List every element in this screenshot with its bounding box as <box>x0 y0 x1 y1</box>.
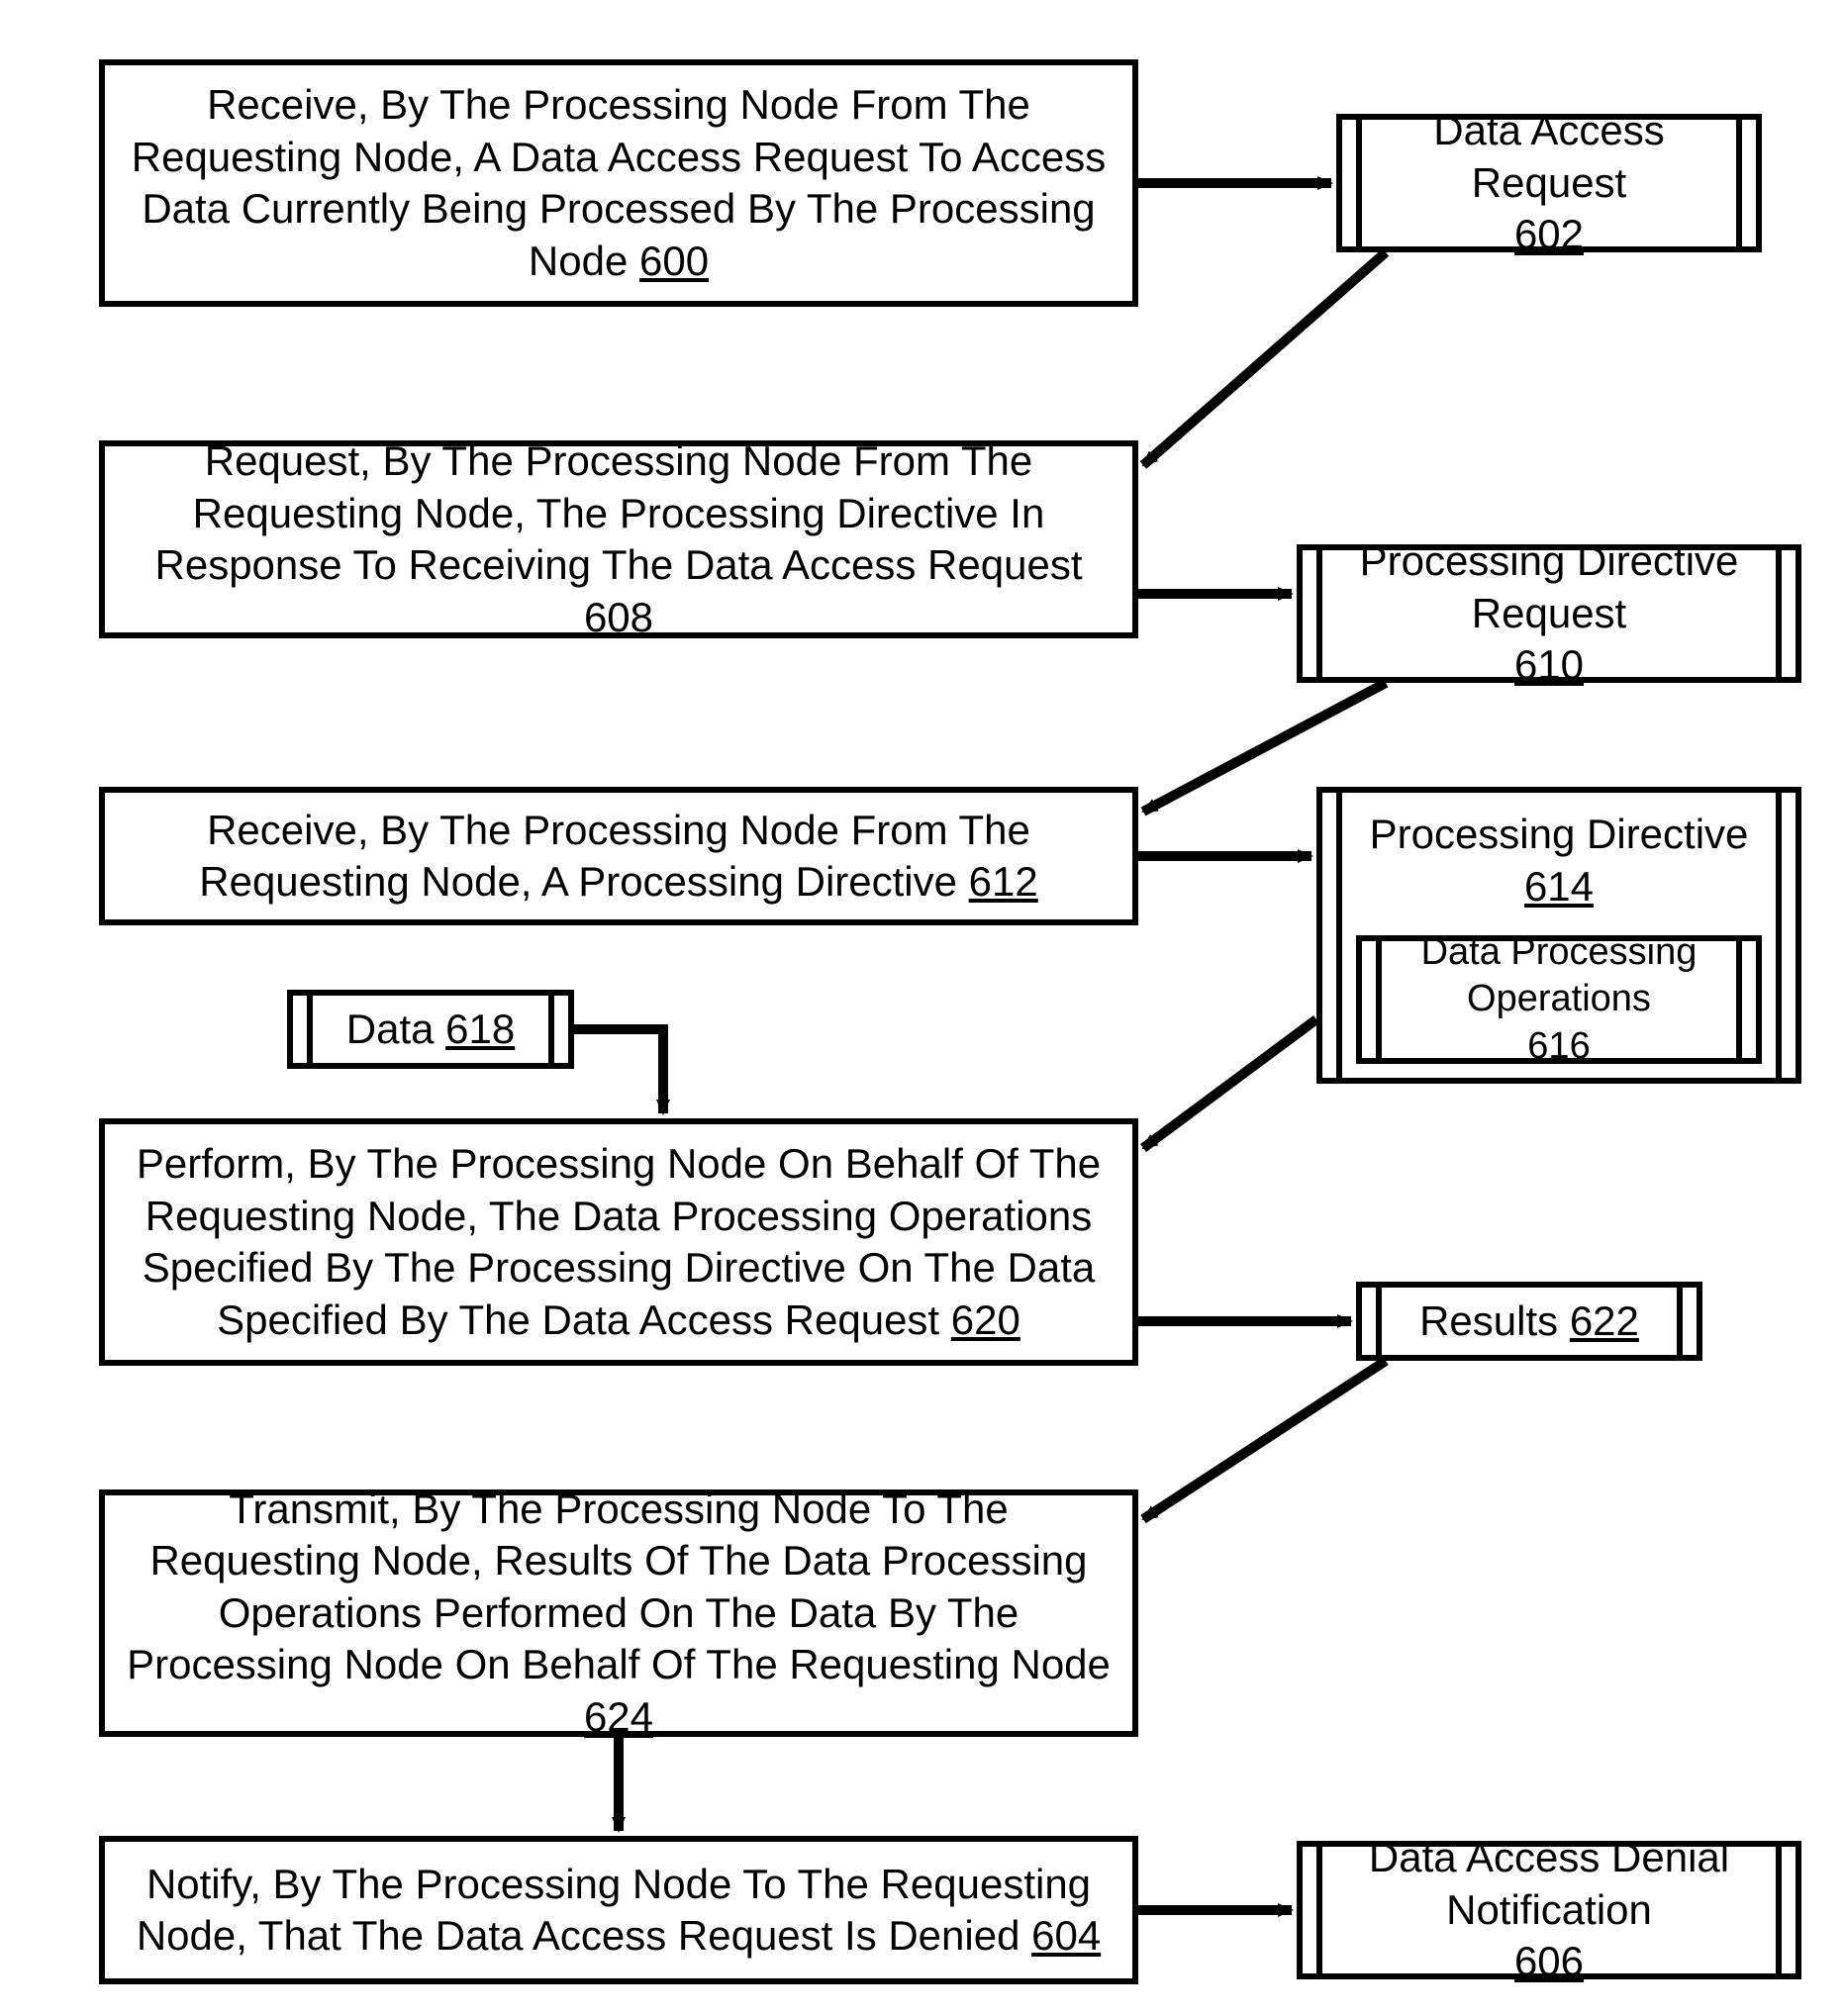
data-616-label: Data Processing Operations <box>1421 931 1698 1020</box>
data-614-label: Processing Directive <box>1370 811 1749 857</box>
step-612-text: Receive, By The Processing Node From The… <box>199 807 1030 906</box>
data-618-label: Data <box>346 1006 435 1052</box>
data-618: Data 618 <box>287 990 574 1069</box>
data-610: Processing Directive Request 610 <box>1297 544 1801 683</box>
data-622: Results 622 <box>1356 1282 1702 1361</box>
step-608: Request, By The Processing Node From The… <box>99 440 1138 638</box>
data-614-num: 614 <box>1524 863 1594 910</box>
step-620: Perform, By The Processing Node On Behal… <box>99 1118 1138 1366</box>
data-602: Data Access Request 602 <box>1336 114 1762 252</box>
data-602-num: 602 <box>1514 211 1584 257</box>
step-620-num: 620 <box>951 1296 1020 1343</box>
step-612: Receive, By The Processing Node From The… <box>99 787 1138 925</box>
data-622-num: 622 <box>1570 1297 1639 1344</box>
step-608-num: 608 <box>584 594 653 640</box>
step-604-num: 604 <box>1031 1912 1101 1959</box>
data-602-label: Data Access Request <box>1433 107 1664 206</box>
data-606-label: Data Access Denial Notification <box>1369 1834 1729 1933</box>
data-622-label: Results <box>1419 1297 1558 1344</box>
data-616-num: 616 <box>1527 1025 1590 1067</box>
step-612-num: 612 <box>969 858 1038 905</box>
step-604-text: Notify, By The Processing Node To The Re… <box>137 1861 1091 1960</box>
data-618-num: 618 <box>445 1006 515 1052</box>
data-616: Data Processing Operations 616 <box>1356 935 1762 1064</box>
data-610-num: 610 <box>1514 641 1584 688</box>
step-624-num: 624 <box>584 1693 653 1740</box>
data-606-num: 606 <box>1514 1938 1584 1984</box>
data-610-label: Processing Directive Request <box>1360 537 1739 636</box>
step-600-num: 600 <box>639 238 709 284</box>
step-600-text: Receive, By The Processing Node From The… <box>132 81 1106 284</box>
flowchart-canvas: Receive, By The Processing Node From The… <box>0 0 1844 2016</box>
step-624: Transmit, By The Processing Node To The … <box>99 1489 1138 1737</box>
step-624-text: Transmit, By The Processing Node To The … <box>127 1486 1111 1688</box>
step-600: Receive, By The Processing Node From The… <box>99 59 1138 307</box>
data-606: Data Access Denial Notification 606 <box>1297 1841 1801 1979</box>
step-608-text: Request, By The Processing Node From The… <box>155 437 1083 588</box>
step-604: Notify, By The Processing Node To The Re… <box>99 1836 1138 1984</box>
